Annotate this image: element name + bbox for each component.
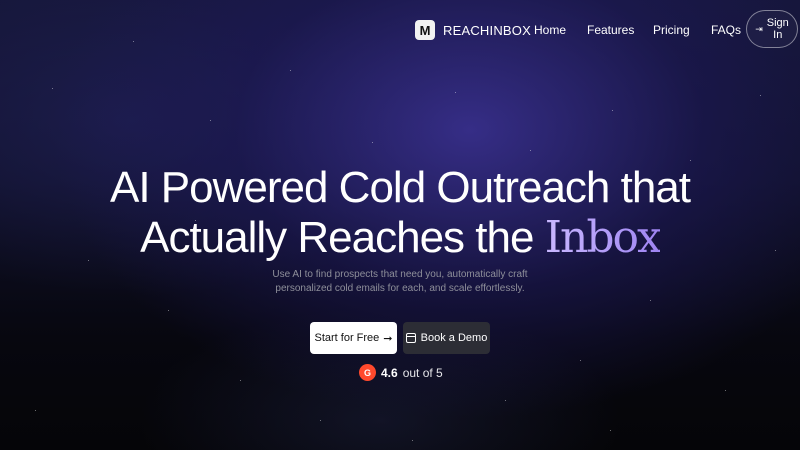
top-navbar: M REACHINBOX Home Features Pricing FAQs …: [0, 10, 800, 50]
headline-line-2: Actually Reaches the Inbox: [0, 213, 800, 263]
sign-in-arrow-icon: ⇥: [755, 24, 763, 34]
brand-name: REACHINBOX: [443, 22, 531, 38]
headline-line-2-prefix: Actually Reaches the: [140, 213, 545, 262]
start-for-free-label: Start for Free: [314, 332, 380, 344]
sign-in-button[interactable]: ⇥ Sign In: [746, 10, 798, 48]
headline-highlight-inbox: Inbox: [544, 212, 662, 263]
hero-subtitle: Use AI to find prospects that need you, …: [272, 269, 528, 294]
sign-in-label: Sign In: [766, 17, 789, 41]
rating-suffix: out of 5: [402, 365, 443, 380]
book-a-demo-button[interactable]: Book a Demo: [403, 322, 490, 354]
nav-link-home[interactable]: Home: [534, 23, 566, 37]
hero-headline: AI Powered Cold Outreach that Actually R…: [0, 163, 800, 263]
start-for-free-button[interactable]: Start for Free ➞: [310, 322, 397, 354]
nav-link-features[interactable]: Features: [587, 23, 634, 37]
calendar-icon: [405, 333, 416, 343]
g2-rating: G 4.6 out of 5: [359, 364, 443, 381]
headline-line-1: AI Powered Cold Outreach that: [110, 163, 691, 212]
book-a-demo-label: Book a Demo: [420, 332, 488, 344]
nav-link-pricing[interactable]: Pricing: [653, 23, 690, 37]
nav-link-faqs[interactable]: FAQs: [711, 23, 741, 37]
brand-logo[interactable]: M REACHINBOX: [415, 20, 531, 40]
logo-mark-icon: M: [415, 20, 435, 40]
arrow-right-icon: ➞: [383, 332, 393, 345]
rating-score: 4.6: [381, 365, 398, 380]
g2-logo-icon: G: [359, 364, 376, 381]
